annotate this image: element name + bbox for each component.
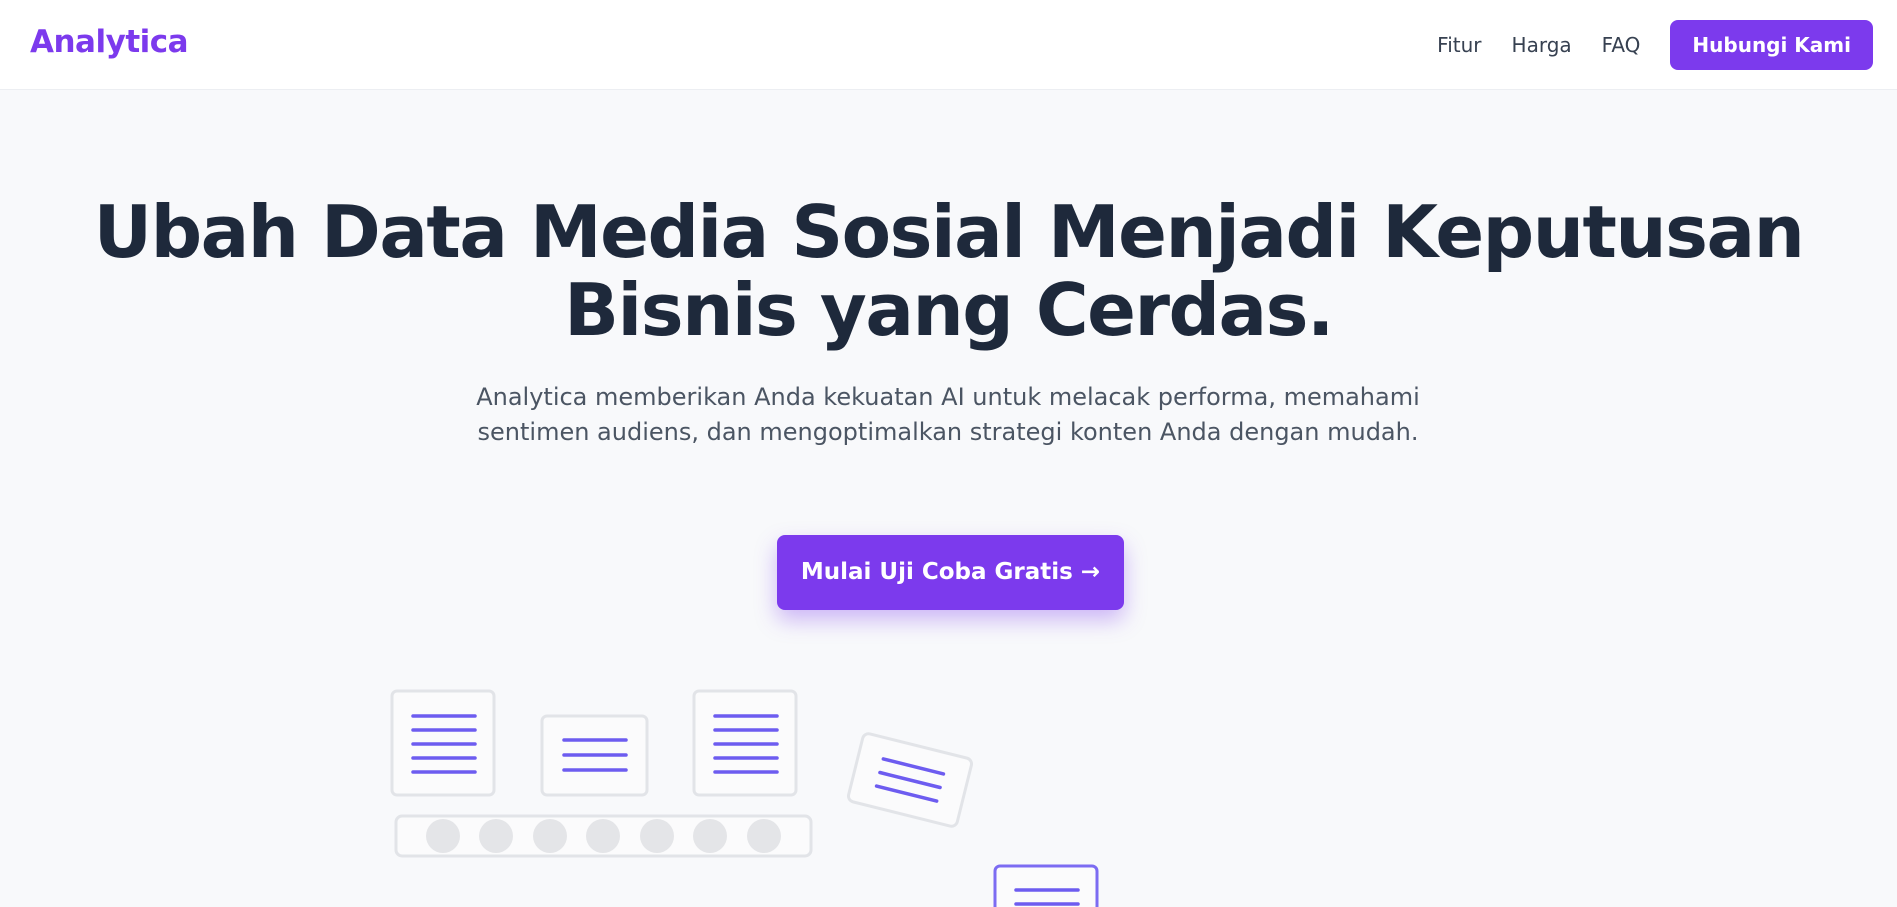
document-conveyor-illustration: [390, 689, 1099, 907]
document-icon: [692, 689, 798, 797]
brand-logo[interactable]: Analytica: [30, 24, 189, 60]
document-icon: [390, 689, 496, 797]
document-icon: [540, 714, 649, 797]
contact-button[interactable]: Hubungi Kami: [1670, 20, 1873, 70]
document-icon: [993, 864, 1099, 907]
nav-link-features[interactable]: Fitur: [1437, 33, 1481, 57]
nav-link-faq[interactable]: FAQ: [1602, 33, 1641, 57]
start-free-trial-button[interactable]: Mulai Uji Coba Gratis →: [777, 535, 1124, 610]
conveyor-belt: [394, 814, 813, 858]
nav-link-pricing[interactable]: Harga: [1512, 33, 1572, 57]
hero-subtitle: Analytica memberikan Anda kekuatan AI un…: [476, 383, 1420, 446]
hero-title: Ubah Data Media Sosial Menjadi Keputusan…: [93, 190, 1805, 352]
main-nav: Fitur Harga FAQ Hubungi Kami: [1437, 20, 1873, 70]
site-header: Analytica Fitur Harga FAQ Hubungi Kami: [0, 0, 1897, 90]
tilted-document-icon: [846, 732, 974, 828]
